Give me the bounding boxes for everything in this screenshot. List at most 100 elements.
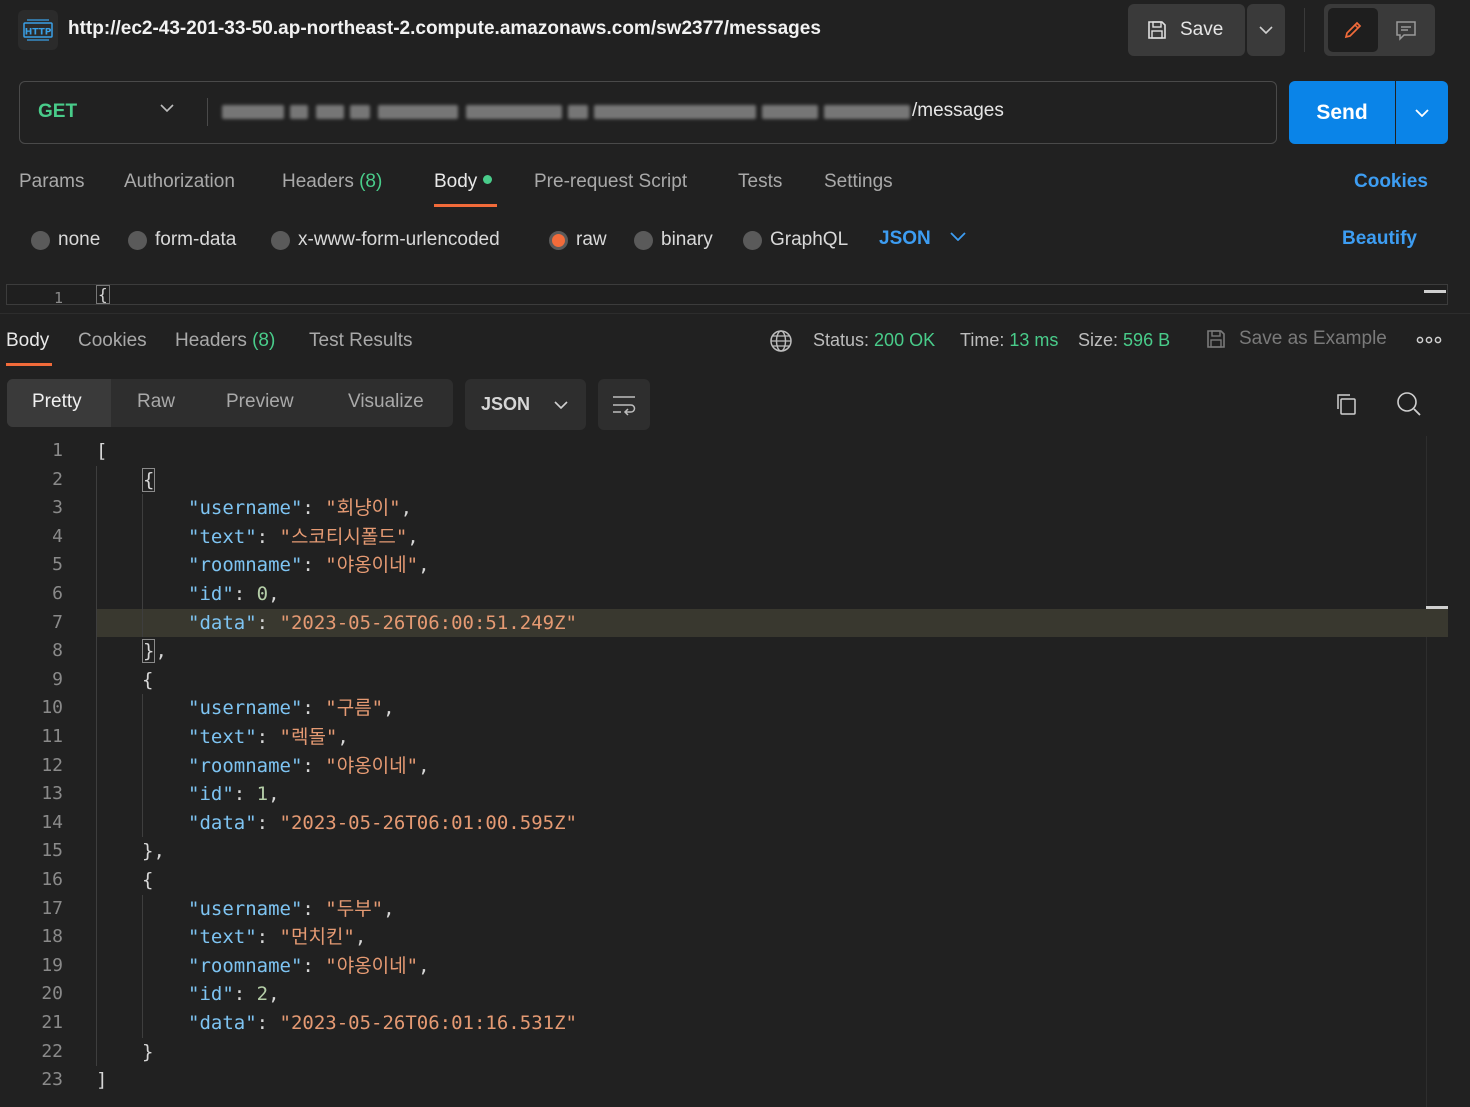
code-line: 22} [0, 1038, 1448, 1067]
tab-pre-request-script[interactable]: Pre-request Script [534, 171, 687, 193]
radio-button-selected [549, 230, 568, 250]
copy-icon[interactable] [1334, 392, 1358, 416]
editor-scrollbar[interactable] [1424, 290, 1446, 293]
radio-label: binary [661, 229, 713, 250]
code-line: 15}, [0, 837, 1448, 866]
radio-button [743, 230, 762, 250]
url-path[interactable]: /messages [912, 100, 1004, 122]
code-line: 16 { [0, 866, 1448, 895]
pane-divider[interactable] [0, 313, 1470, 314]
url-input-redacted[interactable] [222, 101, 912, 123]
response-status[interactable]: Status: 200 OK [813, 330, 935, 351]
radio-none[interactable]: none [31, 229, 100, 251]
body-modified-indicator [483, 175, 493, 184]
radio-graphql[interactable]: GraphQL [743, 229, 848, 251]
request-body-content[interactable]: { [96, 285, 110, 304]
response-tab-body[interactable]: Body [6, 330, 49, 352]
chevron-down-icon[interactable] [950, 232, 966, 241]
save-button[interactable]: Save [1128, 4, 1245, 56]
response-size[interactable]: Size: 596 B [1078, 330, 1170, 351]
code-text: }, [142, 639, 167, 664]
request-body-editor[interactable] [6, 284, 1448, 305]
code-line: 18 "text": "먼치킨", [0, 923, 1448, 952]
line-number: 14 [41, 811, 63, 833]
toolbar-divider [1304, 8, 1305, 52]
send-button[interactable]: Send [1289, 81, 1395, 144]
line-number: 8 [52, 640, 63, 662]
save-as-example-label: Save as Example [1239, 328, 1387, 349]
line-number: 13 [41, 783, 63, 805]
line-number: 2 [52, 468, 63, 490]
tab-settings[interactable]: Settings [824, 171, 893, 193]
tab-tests[interactable]: Tests [738, 171, 782, 193]
headers-count-badge: (8) [252, 330, 276, 351]
more-options-icon[interactable] [1416, 335, 1442, 345]
search-icon[interactable] [1396, 391, 1422, 417]
size-label: Size: [1078, 330, 1119, 350]
line-number: 22 [41, 1040, 63, 1062]
code-line: 9{ [0, 666, 1448, 695]
line-number: 5 [52, 554, 63, 576]
body-language-select[interactable]: JSON [879, 228, 931, 250]
send-options-dropdown[interactable] [1396, 81, 1448, 144]
line-number: 11 [41, 726, 63, 747]
tab-body[interactable]: Body [434, 171, 493, 193]
response-tab-cookies[interactable]: Cookies [78, 330, 147, 352]
cookies-link[interactable]: Cookies [1354, 171, 1428, 193]
code-line: 19 "roomname": "야옹이네", [0, 952, 1448, 981]
beautify-button[interactable]: Beautify [1342, 228, 1417, 250]
radio-label: GraphQL [770, 229, 849, 250]
save-as-example-button[interactable]: Save as Example [1205, 328, 1387, 350]
radio-button [128, 230, 147, 250]
code-text: "text": "스코티시폴드", [188, 525, 419, 548]
line-number: 9 [52, 668, 63, 690]
globe-icon[interactable] [769, 329, 793, 353]
code-line: 3 "username": "회냥이", [0, 494, 1448, 523]
view-mode-visualize[interactable]: Visualize [348, 391, 424, 413]
chevron-down-icon [1415, 108, 1429, 117]
code-text: "username": "회냥이", [188, 497, 413, 520]
http-method-select[interactable]: GET [38, 101, 77, 123]
radio-binary[interactable]: binary [634, 229, 713, 251]
tab-params[interactable]: Params [19, 171, 84, 193]
view-mode-pretty[interactable]: Pretty [32, 391, 82, 413]
chevron-down-icon [1259, 26, 1273, 34]
code-text: "data": "2023-05-26T06:00:51.249Z" [188, 611, 577, 634]
format-label: JSON [481, 394, 531, 414]
view-mode-raw[interactable]: Raw [137, 391, 175, 413]
svg-text:HTTP: HTTP [25, 28, 52, 38]
line-number: 12 [41, 754, 63, 776]
code-text: { [142, 869, 154, 891]
code-line: 17 "username": "두부", [0, 895, 1448, 924]
request-header-bar: HTTP http://ec2-43-201-33-50.ap-northeas… [0, 0, 1470, 62]
line-number: 17 [41, 897, 63, 919]
code-line: 2{ [0, 466, 1448, 495]
code-text: [ [96, 440, 108, 462]
code-text: "text": "먼치킨", [188, 926, 367, 949]
tab-authorization[interactable]: Authorization [124, 171, 235, 193]
response-format-select[interactable]: JSON [465, 379, 586, 430]
radio-form-data[interactable]: form-data [128, 229, 236, 251]
line-number: 1 [52, 440, 63, 461]
response-tab-test-results[interactable]: Test Results [309, 330, 412, 352]
response-time[interactable]: Time: 13 ms [960, 330, 1058, 351]
code-text: "username": "구름", [188, 697, 395, 720]
view-mode-preview[interactable]: Preview [226, 391, 294, 413]
code-line: 8}, [0, 637, 1448, 666]
response-tab-headers[interactable]: Headers (8) [175, 330, 275, 352]
code-text: ] [96, 1069, 108, 1092]
code-text: "id": 0, [188, 583, 280, 605]
request-title[interactable]: http://ec2-43-201-33-50.ap-northeast-2.c… [68, 18, 821, 40]
wrap-lines-button[interactable] [598, 379, 650, 430]
active-tab-indicator [434, 204, 497, 207]
radio-label: raw [576, 229, 607, 250]
radio-raw[interactable]: raw [549, 229, 607, 251]
tab-headers[interactable]: Headers (8) [282, 171, 382, 193]
save-options-dropdown[interactable] [1247, 4, 1285, 56]
radio-button [31, 230, 50, 250]
edit-mode-button[interactable] [1328, 8, 1378, 52]
radio-x-www-form-urlencoded[interactable]: x-www-form-urlencoded [271, 229, 500, 251]
comments-button[interactable] [1382, 8, 1430, 52]
code-line: 12 "roomname": "야옹이네", [0, 752, 1448, 781]
save-icon [1205, 328, 1227, 350]
